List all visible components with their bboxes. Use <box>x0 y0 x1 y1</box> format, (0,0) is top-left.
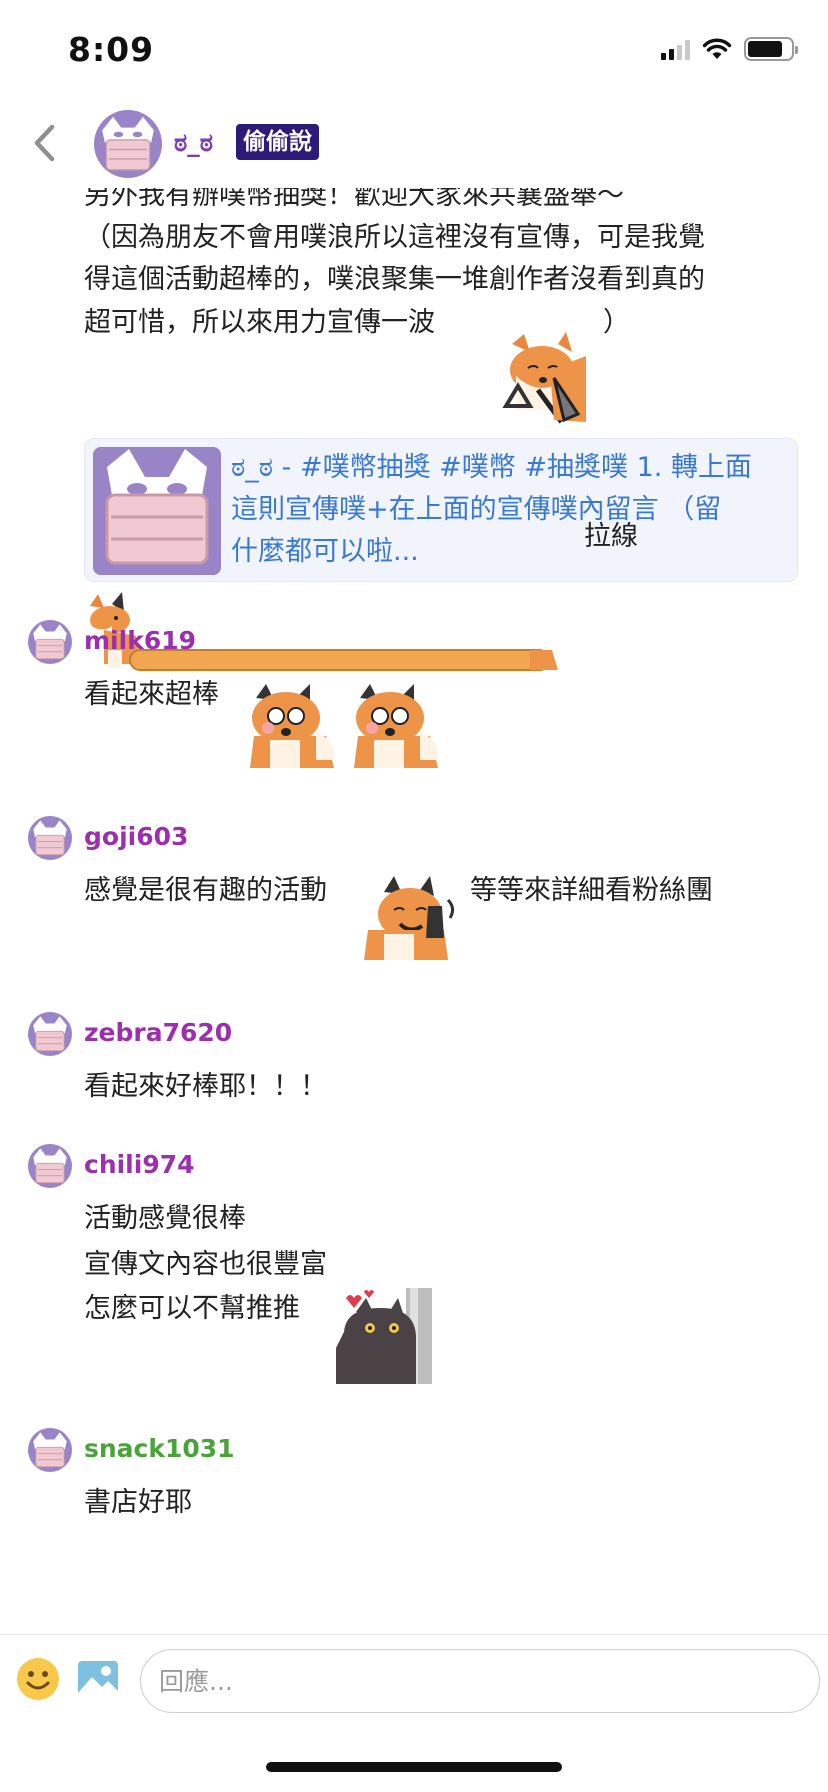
header-title[interactable]: ಠ_ಠ <box>174 128 213 158</box>
fox-phone-sticker <box>364 872 460 960</box>
chevron-left-icon <box>34 124 55 162</box>
comment-author[interactable]: goji603 <box>84 822 188 851</box>
comment-author[interactable]: chili974 <box>84 1150 195 1179</box>
battery-icon <box>744 37 798 61</box>
avatar[interactable] <box>28 816 72 860</box>
wifi-icon <box>702 38 732 59</box>
smiley-icon <box>17 1658 59 1700</box>
post-line: 拉線 <box>584 521 638 552</box>
comment-text: 宣傳文內容也很豐富 <box>84 1249 327 1280</box>
reply-input[interactable] <box>140 1649 820 1713</box>
comment-author[interactable]: snack1031 <box>84 1434 235 1463</box>
post-line: ） <box>603 307 630 338</box>
comment-text: 書店好耶 <box>84 1487 192 1518</box>
back-button[interactable] <box>22 118 66 168</box>
avatar[interactable] <box>28 620 72 664</box>
fox-sticker <box>244 680 340 768</box>
link-preview-text[interactable]: ಠ_ಠ - #噗幣抽獎 #噗幣 #抽獎噗 1. 轉上面 這則宣傳噗+在上面的宣傳… <box>231 447 791 573</box>
fox-sticker <box>348 680 444 768</box>
avatar[interactable] <box>28 1144 72 1188</box>
comment-text: 活動感覺很棒 <box>84 1203 246 1234</box>
comment-text: 看起來超棒 <box>84 679 219 710</box>
comment-text: 看起來好棒耶！！！ <box>84 1071 327 1102</box>
cellular-signal-icon <box>661 38 690 60</box>
link-line: ಠ_ಠ - #噗幣抽獎 #噗幣 #抽獎噗 1. 轉上面 <box>231 452 752 483</box>
plurk-thread[interactable]: 另外我有辦噗幣抽獎！歡迎大家來共襄盛舉～ （因為朋友不會用噗浪所以這裡沒有宣傳，… <box>0 150 828 1635</box>
link-line: 什麼都可以啦... <box>231 536 419 567</box>
image-icon <box>78 1661 118 1697</box>
fox-triangle-sticker <box>494 330 590 426</box>
black-cat-sticker <box>336 1288 432 1384</box>
link-thumbnail <box>93 447 221 575</box>
comment-text: 怎麼可以不幫推推 <box>84 1293 300 1324</box>
avatar[interactable] <box>28 1012 72 1056</box>
post-line: （因為朋友不會用噗浪所以這裡沒有宣傳，可是我覺 <box>84 222 705 253</box>
post-line: 得這個活動超棒的，噗浪聚集一堆創作者沒看到真的 <box>84 264 705 295</box>
comment-author[interactable]: milk619 <box>84 626 196 655</box>
post-line: 超可惜，所以來用力宣傳一波 <box>84 307 435 338</box>
comment-text: 感覺是很有趣的活動 <box>84 875 327 906</box>
emoji-button[interactable] <box>16 1657 60 1701</box>
status-bar: 8:09 <box>0 0 828 100</box>
reply-bar <box>0 1634 828 1726</box>
status-icons <box>661 36 798 62</box>
comment-text: 等等來詳細看粉絲團 <box>470 875 713 906</box>
avatar[interactable] <box>94 110 162 178</box>
anonymous-badge: 偷偷說 <box>236 124 319 160</box>
image-upload-button[interactable] <box>76 1657 120 1701</box>
comment-author[interactable]: zebra7620 <box>84 1018 232 1047</box>
home-indicator[interactable] <box>266 1762 562 1772</box>
header: ಠ_ಠ 偷偷說 <box>0 100 828 188</box>
avatar[interactable] <box>28 1428 72 1472</box>
link-line: 這則宣傳噗+在上面的宣傳噗內留言 （留 <box>231 494 722 525</box>
status-time: 8:09 <box>68 30 155 69</box>
link-preview-card[interactable]: ಠ_ಠ - #噗幣抽獎 #噗幣 #抽獎噗 1. 轉上面 這則宣傳噗+在上面的宣傳… <box>84 438 798 582</box>
